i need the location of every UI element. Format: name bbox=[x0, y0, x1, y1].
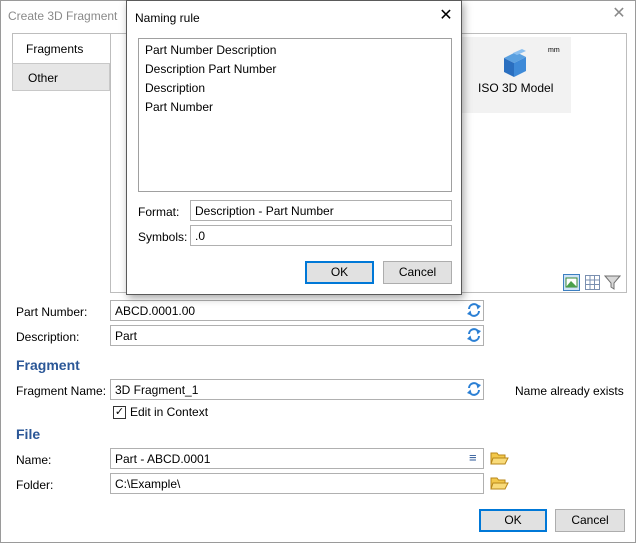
description-label: Description: bbox=[16, 330, 80, 344]
window-title: Create 3D Fragment bbox=[8, 9, 118, 23]
fragment-name-label: Fragment Name: bbox=[16, 384, 107, 398]
edit-in-context-label: Edit in Context bbox=[130, 405, 209, 419]
refresh-icon[interactable] bbox=[466, 327, 482, 343]
edit-in-context-checkbox[interactable]: ✓ bbox=[113, 406, 126, 419]
tab-other[interactable]: Other bbox=[12, 63, 110, 91]
description-field[interactable]: Part bbox=[110, 325, 484, 346]
dialog-title: Naming rule bbox=[135, 11, 200, 25]
grid-view-icon[interactable] bbox=[584, 274, 601, 291]
symbols-field[interactable]: .0 bbox=[190, 225, 452, 246]
filter-icon[interactable] bbox=[604, 274, 621, 291]
menu-icon[interactable]: ≡ bbox=[469, 451, 481, 465]
format-field[interactable]: Description - Part Number bbox=[190, 200, 452, 221]
close-icon[interactable]: ✕ bbox=[609, 4, 629, 24]
list-item[interactable]: Description Part Number bbox=[145, 62, 276, 76]
part-number-field[interactable]: ABCD.0001.00 bbox=[110, 300, 484, 321]
dialog-cancel-button[interactable]: Cancel bbox=[383, 261, 452, 284]
list-item[interactable]: Part Number bbox=[145, 100, 213, 114]
part-number-label: Part Number: bbox=[16, 305, 88, 319]
iso-3d-model-label: ISO 3D Model bbox=[478, 81, 554, 95]
refresh-icon[interactable] bbox=[466, 302, 482, 318]
folder-open-icon[interactable] bbox=[490, 450, 509, 466]
folder-open-icon[interactable] bbox=[490, 475, 509, 491]
file-name-field[interactable]: Part - ABCD.0001 bbox=[110, 448, 484, 469]
dialog-ok-button[interactable]: OK bbox=[305, 261, 374, 284]
cancel-button[interactable]: Cancel bbox=[555, 509, 625, 532]
fragment-name-field[interactable]: 3D Fragment_1 bbox=[110, 379, 484, 400]
folder-field[interactable]: C:\Example\ bbox=[110, 473, 484, 494]
close-icon[interactable]: ✕ bbox=[436, 6, 456, 26]
tab-fragments[interactable]: Fragments bbox=[12, 33, 110, 63]
ok-button[interactable]: OK bbox=[479, 509, 547, 532]
symbols-label: Symbols: bbox=[138, 230, 188, 244]
folder-label: Folder: bbox=[16, 478, 54, 492]
list-item[interactable]: Part Number Description bbox=[145, 43, 276, 57]
format-label: Format: bbox=[138, 205, 180, 219]
fragment-section-title: Fragment bbox=[16, 357, 80, 373]
list-item[interactable]: Description bbox=[145, 81, 205, 95]
name-status-text: Name already exists bbox=[515, 384, 624, 398]
refresh-icon[interactable] bbox=[466, 381, 482, 397]
thumbnail-view-icon[interactable] bbox=[563, 274, 580, 291]
file-section-title: File bbox=[16, 426, 41, 442]
unit-label: mm bbox=[548, 47, 560, 54]
iso-3d-model-icon bbox=[504, 49, 526, 77]
file-name-label: Name: bbox=[16, 453, 52, 467]
